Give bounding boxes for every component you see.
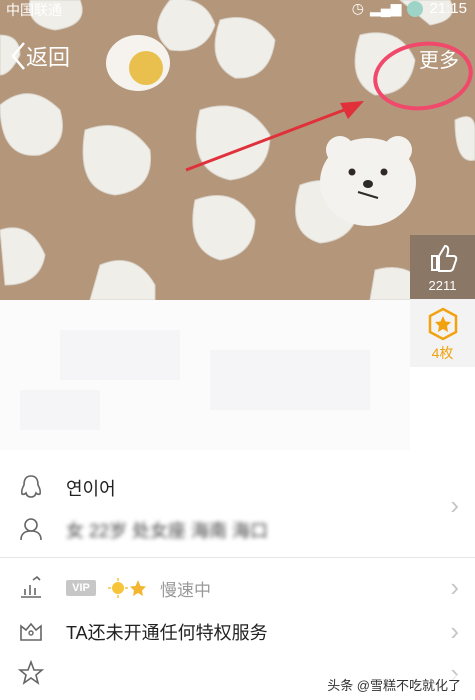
- signal-icon: ▂▄▆: [370, 0, 402, 16]
- chevron-right-icon[interactable]: ›: [450, 490, 459, 521]
- info-row[interactable]: 女 22岁 处女座 海南 海口: [0, 512, 475, 546]
- vip-badge: VIP: [66, 580, 96, 596]
- alarm-icon: ◷: [351, 0, 364, 16]
- profile-info: 女 22岁 处女座 海南 海口: [66, 521, 269, 541]
- qq-penguin-icon: [20, 475, 42, 498]
- blurred-region: [20, 390, 100, 430]
- star-icon: [18, 660, 44, 685]
- like-button[interactable]: 2211: [410, 235, 475, 299]
- privilege-row[interactable]: TA还未开通任何特权服务 ›: [0, 614, 475, 648]
- blurred-region: [210, 350, 370, 410]
- divider: [0, 557, 475, 558]
- badge-button[interactable]: 4枚: [410, 299, 475, 367]
- nickname-row: 연이어: [0, 470, 475, 504]
- watermark: 头条 @雪糕不吃就化了: [323, 675, 465, 694]
- privilege-text: TA还未开通任何特权服务: [66, 623, 268, 643]
- crown-box-icon: [20, 622, 42, 641]
- vip-status: 慢速中: [160, 581, 211, 600]
- nickname: 연이어: [66, 479, 116, 499]
- status-bar: 中国联通 ◷ ▂▄▆ 21:15: [0, 0, 475, 18]
- blurred-region: [60, 330, 180, 380]
- chevron-left-icon: [11, 42, 25, 70]
- chevron-right-icon[interactable]: ›: [450, 572, 459, 603]
- like-count: 2211: [428, 278, 457, 293]
- battery-icon: [407, 0, 424, 17]
- badge-count: 4枚: [431, 345, 454, 361]
- back-button[interactable]: 返回: [10, 40, 70, 72]
- sun-level-icon: [108, 578, 146, 598]
- carrier-label: 中国联通: [6, 2, 62, 18]
- growth-chart-icon: [21, 575, 41, 598]
- pointer-arrow: [185, 101, 364, 172]
- thumbs-up-icon: [430, 244, 457, 272]
- chevron-right-icon[interactable]: ›: [450, 616, 459, 647]
- back-label: 返回: [26, 45, 71, 70]
- star-badge-icon: [428, 307, 457, 341]
- clock: 21:15: [429, 0, 467, 17]
- person-icon: [20, 518, 42, 541]
